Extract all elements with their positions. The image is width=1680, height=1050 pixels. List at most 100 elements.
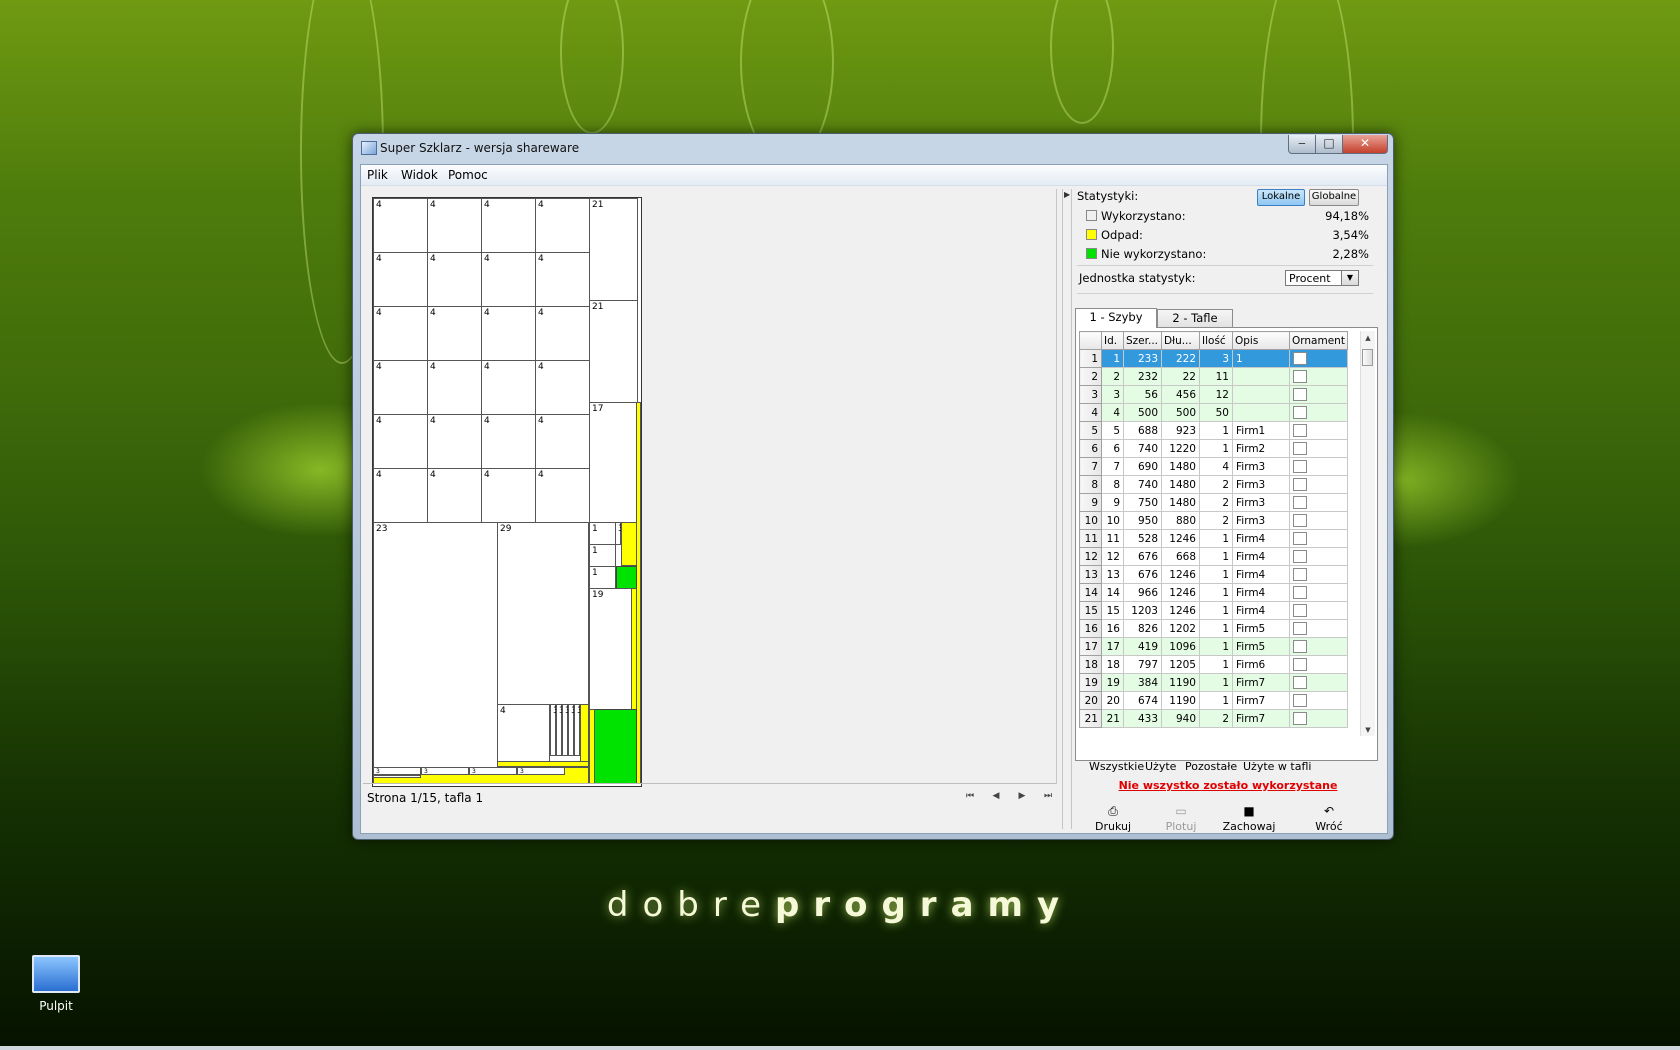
row-number[interactable]: 10 <box>1079 511 1102 530</box>
cell-length[interactable]: 22 <box>1161 367 1200 386</box>
cell-width[interactable]: 797 <box>1123 655 1162 674</box>
unit-select[interactable]: Procent ▼ <box>1285 270 1359 286</box>
ornament-checkbox[interactable] <box>1293 532 1307 545</box>
piece[interactable]: 4 <box>481 414 536 469</box>
cell-quantity[interactable]: 50 <box>1199 403 1233 422</box>
cell-description[interactable]: Firm3 <box>1232 475 1290 494</box>
cell-length[interactable]: 1202 <box>1161 619 1200 638</box>
scroll-thumb[interactable] <box>1362 349 1373 366</box>
cell-quantity[interactable]: 1 <box>1199 547 1233 566</box>
back-button[interactable]: ↶ Wróć <box>1299 805 1359 834</box>
cell-length[interactable]: 1246 <box>1161 565 1200 584</box>
piece[interactable]: 4 <box>535 252 590 307</box>
ornament-checkbox[interactable] <box>1293 460 1307 473</box>
tab-szyby[interactable]: 1 - Szyby <box>1075 308 1157 328</box>
ornament-checkbox[interactable] <box>1293 712 1307 725</box>
row-number[interactable]: 17 <box>1079 637 1102 656</box>
cell-description[interactable]: Firm5 <box>1232 637 1290 656</box>
piece[interactable]: 4 <box>427 252 482 307</box>
cell-id[interactable]: 8 <box>1101 475 1124 494</box>
col-header-width[interactable]: Szer... <box>1123 331 1162 350</box>
piece[interactable]: 19 <box>589 588 632 710</box>
cell-width[interactable]: 676 <box>1123 565 1162 584</box>
cell-id[interactable]: 2 <box>1101 367 1124 386</box>
subtab-pozostale[interactable]: Pozostałe <box>1185 759 1237 774</box>
cell-width[interactable]: 56 <box>1123 385 1162 404</box>
menu-pomoc[interactable]: Pomoc <box>448 168 488 182</box>
cell-quantity[interactable]: 12 <box>1199 385 1233 404</box>
piece[interactable]: 4 <box>535 306 590 361</box>
ornament-checkbox[interactable] <box>1293 640 1307 653</box>
cell-description[interactable]: Firm1 <box>1232 421 1290 440</box>
row-number[interactable]: 5 <box>1079 421 1102 440</box>
row-number[interactable]: 1 <box>1079 349 1102 368</box>
piece[interactable]: 1 <box>589 544 616 567</box>
cell-id[interactable]: 6 <box>1101 439 1124 458</box>
cell-id[interactable]: 19 <box>1101 673 1124 692</box>
table-row[interactable]: 18 18 797 1205 1 Firm6 <box>1079 655 1348 674</box>
warning-message[interactable]: Nie wszystko zostało wykorzystane <box>1073 779 1383 792</box>
cell-quantity[interactable]: 1 <box>1199 439 1233 458</box>
piece[interactable]: 4 <box>427 306 482 361</box>
cell-quantity[interactable]: 1 <box>1199 583 1233 602</box>
cell-length[interactable]: 1246 <box>1161 601 1200 620</box>
menu-widok[interactable]: Widok <box>401 168 438 182</box>
cell-width[interactable]: 690 <box>1123 457 1162 476</box>
prev-page-button[interactable]: ◀ <box>987 789 1005 803</box>
cell-id[interactable]: 18 <box>1101 655 1124 674</box>
cell-quantity[interactable]: 1 <box>1199 529 1233 548</box>
cell-description[interactable]: Firm5 <box>1232 619 1290 638</box>
cell-quantity[interactable]: 1 <box>1199 691 1233 710</box>
cell-description[interactable]: Firm4 <box>1232 565 1290 584</box>
piece[interactable]: 29 <box>497 522 589 705</box>
piece[interactable]: 4 <box>373 360 428 415</box>
piece[interactable]: 4 <box>535 360 590 415</box>
next-page-button[interactable]: ▶ <box>1013 789 1031 803</box>
cell-length[interactable]: 1096 <box>1161 637 1200 656</box>
cell-id[interactable]: 3 <box>1101 385 1124 404</box>
cell-width[interactable]: 740 <box>1123 439 1162 458</box>
ornament-checkbox[interactable] <box>1293 496 1307 509</box>
table-row[interactable]: 11 11 528 1246 1 Firm4 <box>1079 529 1348 548</box>
ornament-checkbox[interactable] <box>1293 442 1307 455</box>
desktop-icon-pulpit[interactable]: Pulpit <box>30 955 82 1013</box>
row-number[interactable]: 7 <box>1079 457 1102 476</box>
cell-quantity[interactable]: 1 <box>1199 673 1233 692</box>
cell-width[interactable]: 1203 <box>1123 601 1162 620</box>
piece[interactable]: 1 <box>589 566 616 589</box>
cell-id[interactable]: 5 <box>1101 421 1124 440</box>
cell-quantity[interactable]: 1 <box>1199 565 1233 584</box>
table-row[interactable]: 19 19 384 1190 1 Firm7 <box>1079 673 1348 692</box>
table-row[interactable]: 5 5 688 923 1 Firm1 <box>1079 421 1348 440</box>
cell-quantity[interactable]: 4 <box>1199 457 1233 476</box>
cell-description[interactable]: Firm3 <box>1232 457 1290 476</box>
piece[interactable]: 4 <box>481 198 536 253</box>
row-number[interactable]: 14 <box>1079 583 1102 602</box>
row-number[interactable]: 12 <box>1079 547 1102 566</box>
cell-id[interactable]: 9 <box>1101 493 1124 512</box>
ornament-checkbox[interactable] <box>1293 478 1307 491</box>
table-row[interactable]: 8 8 740 1480 2 Firm3 <box>1079 475 1348 494</box>
ornament-checkbox[interactable] <box>1293 352 1307 365</box>
cell-id[interactable]: 16 <box>1101 619 1124 638</box>
col-header-id[interactable]: Id. <box>1101 331 1124 350</box>
table-row[interactable]: 4 4 500 500 50 <box>1079 403 1348 422</box>
piece[interactable]: 1 <box>589 522 616 545</box>
cell-length[interactable]: 1190 <box>1161 691 1200 710</box>
cell-width[interactable]: 688 <box>1123 421 1162 440</box>
ornament-checkbox[interactable] <box>1293 370 1307 383</box>
cell-length[interactable]: 1480 <box>1161 475 1200 494</box>
cell-width[interactable]: 950 <box>1123 511 1162 530</box>
cell-quantity[interactable]: 3 <box>1199 349 1233 368</box>
piece[interactable]: 4 <box>373 198 428 253</box>
cell-length[interactable]: 1246 <box>1161 583 1200 602</box>
row-number[interactable]: 16 <box>1079 619 1102 638</box>
row-number[interactable]: 18 <box>1079 655 1102 674</box>
maximize-button[interactable]: □ <box>1315 135 1343 154</box>
ornament-checkbox[interactable] <box>1293 694 1307 707</box>
piece[interactable]: 4 <box>427 198 482 253</box>
table-row[interactable]: 10 10 950 880 2 Firm3 <box>1079 511 1348 530</box>
ornament-checkbox[interactable] <box>1293 424 1307 437</box>
table-row[interactable]: 7 7 690 1480 4 Firm3 <box>1079 457 1348 476</box>
row-number[interactable]: 9 <box>1079 493 1102 512</box>
